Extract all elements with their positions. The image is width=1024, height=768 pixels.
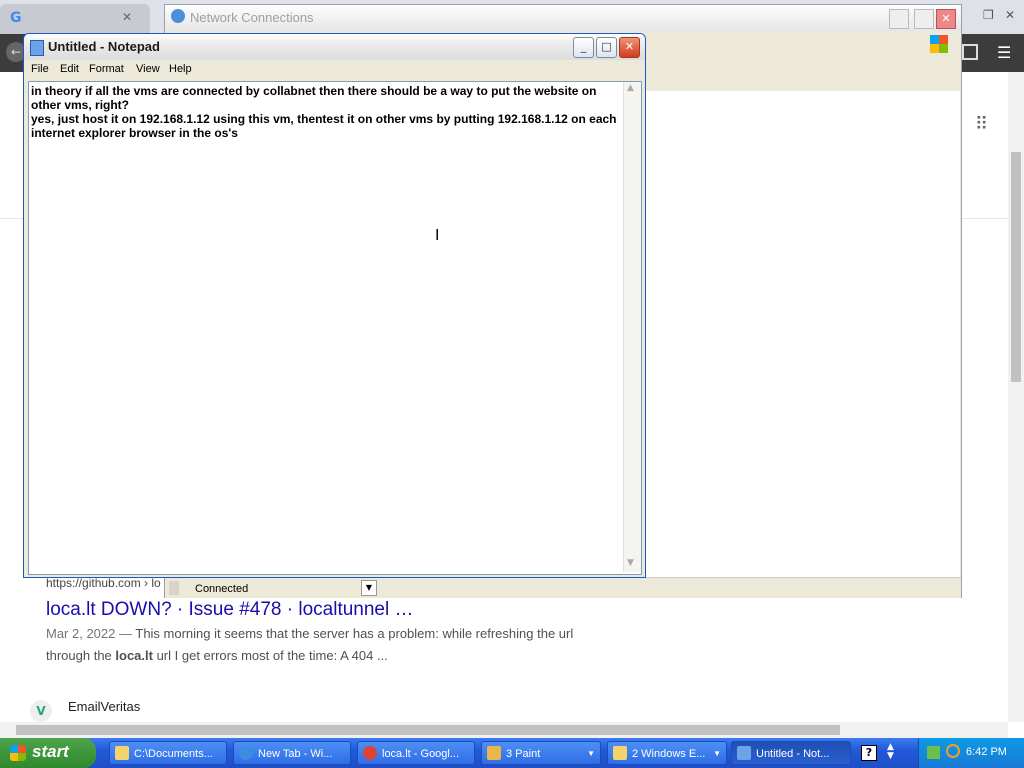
- netwin-content: [645, 91, 960, 591]
- task-chrome[interactable]: loca.lt - Googl...: [357, 741, 475, 765]
- scroll-up-icon[interactable]: ▲: [627, 83, 634, 93]
- task-paint[interactable]: 3 Paint ▼: [481, 741, 601, 765]
- netwin-statusbar: Connected ▼: [165, 577, 961, 598]
- menu-file[interactable]: File: [31, 63, 49, 75]
- hscroll-thumb[interactable]: [16, 725, 840, 735]
- windows-flag-icon: [10, 745, 26, 761]
- chrome-vscroll[interactable]: [1008, 72, 1024, 722]
- menu-icon[interactable]: ☰: [997, 43, 1011, 62]
- network-icon: [171, 9, 185, 23]
- chrome-hscroll[interactable]: [0, 722, 1008, 738]
- sidebar-icon[interactable]: [962, 44, 978, 60]
- chrome-tab[interactable]: G ✕: [0, 4, 150, 34]
- folder-icon: [115, 746, 129, 760]
- help-icon[interactable]: ?: [861, 745, 877, 761]
- notepad-text-area[interactable]: in theory if all the vms are connected b…: [28, 81, 642, 575]
- netwin-close-button[interactable]: ✕: [936, 9, 956, 29]
- menu-edit[interactable]: Edit: [60, 63, 79, 75]
- notepad-titlebar[interactable]: Untitled - Notepad _ □ ✕: [24, 34, 645, 60]
- netwin-min-button[interactable]: [889, 9, 909, 29]
- task-explorer[interactable]: 2 Windows E... ▼: [607, 741, 727, 765]
- group-arrow-icon: ▼: [713, 749, 721, 758]
- folder-icon: [613, 746, 627, 760]
- search-tray-icon[interactable]: [946, 744, 960, 758]
- snippet-part: url I get errors most of the time: A 404…: [152, 648, 388, 663]
- next-result-favicon: V: [30, 700, 52, 722]
- netwin-title-text: Network Connections: [190, 10, 314, 25]
- notepad-window[interactable]: Untitled - Notepad _ □ ✕ File Edit Forma…: [23, 33, 646, 578]
- notepad-icon: [737, 746, 751, 760]
- connection-status: Connected: [195, 583, 249, 595]
- netwin-titlebar[interactable]: Network Connections ✕: [165, 5, 961, 31]
- google-icon: G: [10, 10, 22, 26]
- windows-logo-icon: [930, 35, 948, 53]
- vscroll-thumb[interactable]: [1011, 152, 1021, 382]
- menu-view[interactable]: View: [136, 63, 160, 75]
- notepad-menubar: File Edit Format View Help: [24, 60, 645, 80]
- task-label: loca.lt - Googl...: [382, 748, 460, 760]
- paint-icon: [487, 746, 501, 760]
- netwin-max-button[interactable]: [914, 9, 934, 29]
- status-dropdown-icon[interactable]: ▼: [361, 580, 377, 596]
- result-snippet-line2: through the loca.lt url I get errors mos…: [46, 648, 388, 663]
- notepad-vscroll[interactable]: ▲ ▼: [623, 82, 641, 572]
- scroll-arrows-icon[interactable]: ▲ ▼: [887, 743, 894, 761]
- chrome-restore-icon[interactable]: ❐: [983, 8, 994, 22]
- status-left-panel: [169, 581, 179, 595]
- group-arrow-icon: ▼: [587, 749, 595, 758]
- task-label: Untitled - Not...: [756, 748, 830, 760]
- menu-format[interactable]: Format: [89, 63, 124, 75]
- task-label: C:\Documents...: [134, 748, 213, 760]
- start-button[interactable]: start: [0, 738, 96, 768]
- notepad-text[interactable]: in theory if all the vms are connected b…: [31, 84, 621, 140]
- clock: 6:42 PM: [966, 746, 1007, 758]
- next-result-site[interactable]: EmailVeritas: [68, 699, 140, 714]
- task-label: 2 Windows E...: [632, 748, 706, 760]
- result-title-link[interactable]: loca.lt DOWN? · Issue #478 · localtunnel…: [46, 599, 414, 621]
- task-documents[interactable]: C:\Documents...: [109, 741, 227, 765]
- task-label: 3 Paint: [506, 748, 541, 760]
- tab-close-icon[interactable]: ✕: [122, 10, 132, 24]
- task-notepad[interactable]: Untitled - Not...: [731, 741, 851, 765]
- snippet-bold: loca.lt: [115, 648, 153, 663]
- result-url: https://github.com › lo: [46, 576, 161, 590]
- scroll-down-icon[interactable]: ▼: [627, 558, 634, 568]
- ie-icon: [239, 746, 253, 760]
- chrome-close-icon[interactable]: ✕: [1005, 8, 1015, 22]
- task-ie[interactable]: New Tab - Wi...: [233, 741, 351, 765]
- menu-help[interactable]: Help: [169, 63, 192, 75]
- taskbar: start C:\Documents... New Tab - Wi... lo…: [0, 738, 1024, 768]
- snippet-part: through the: [46, 648, 116, 663]
- result-date: Mar 2, 2022 —: [46, 626, 136, 641]
- chrome-icon: [363, 746, 377, 760]
- maximize-button[interactable]: □: [596, 37, 617, 58]
- task-label: New Tab - Wi...: [258, 748, 333, 760]
- start-label: start: [32, 742, 69, 761]
- notepad-title: Untitled - Notepad: [48, 39, 160, 54]
- notepad-icon: [30, 40, 44, 56]
- result-snippet-line1: Mar 2, 2022 — This morning it seems that…: [46, 626, 573, 641]
- text-cursor-icon: I: [435, 226, 440, 244]
- network-tray-icon[interactable]: [927, 746, 940, 759]
- apps-grid-icon[interactable]: ⠿: [975, 114, 988, 135]
- close-button[interactable]: ✕: [619, 37, 640, 58]
- minimize-button[interactable]: _: [573, 37, 594, 58]
- result-snippet-text: This morning it seems that the server ha…: [135, 626, 574, 641]
